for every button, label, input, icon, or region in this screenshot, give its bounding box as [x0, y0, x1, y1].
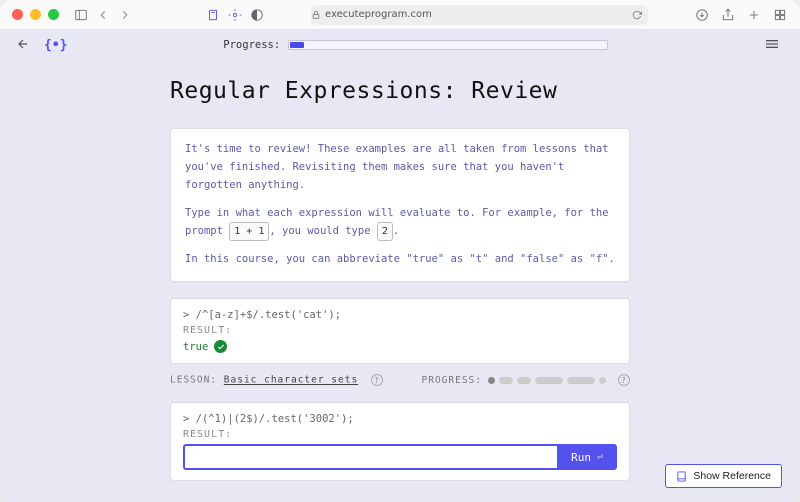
enter-key-icon: ⏎	[597, 452, 603, 463]
downloads-icon[interactable]	[694, 7, 710, 23]
progress-help-icon[interactable]: ?	[618, 374, 630, 386]
result-value-row: true	[183, 340, 617, 353]
share-icon[interactable]	[720, 7, 736, 23]
correct-check-icon	[214, 340, 227, 353]
intro-p2: Type in what each expression will evalua…	[185, 205, 615, 242]
extension-icon-1[interactable]	[205, 7, 221, 23]
exercise-card-active: > /(^1)|(2$)/.test('3002'); RESULT: Run …	[170, 402, 630, 481]
intro-card: It's time to review! These examples are …	[170, 128, 630, 282]
window-controls	[12, 9, 59, 20]
intro-p3: In this course, you can abbreviate "true…	[185, 251, 615, 269]
exercise-prompt: > /^[a-z]+$/.test('cat');	[183, 309, 617, 321]
example-answer-kbd: 2	[377, 222, 393, 241]
nav-forward-icon[interactable]	[117, 7, 133, 23]
app-toolbar: {•} Progress:	[0, 30, 800, 60]
lesson-progress-dots	[488, 377, 606, 384]
exercise-prompt: > /(^1)|(2$)/.test('3002');	[183, 413, 617, 425]
extension-icon-2[interactable]	[227, 7, 243, 23]
app-logo-icon[interactable]: {•}	[44, 38, 67, 53]
course-progress-fill	[290, 42, 304, 48]
book-icon	[676, 471, 687, 482]
lesson-help-icon[interactable]: ?	[371, 374, 383, 386]
lesson-link[interactable]: Basic character sets	[224, 375, 358, 386]
answer-input[interactable]	[183, 444, 557, 470]
url-bar[interactable]: executeprogram.com	[311, 5, 648, 25]
browser-window: executeprogram.com {•} Pro	[0, 0, 800, 502]
course-progress-bar	[288, 40, 608, 50]
lesson-progress-label: PROGRESS:	[422, 375, 482, 386]
show-reference-button[interactable]: Show Reference	[665, 464, 782, 488]
page-title: Regular Expressions: Review	[170, 78, 630, 104]
exercise-card-completed: > /^[a-z]+$/.test('cat'); RESULT: true	[170, 298, 630, 364]
lesson-meta-row: LESSON: Basic character sets ? PROGRESS:	[170, 374, 630, 386]
minimize-window-icon[interactable]	[30, 9, 41, 20]
example-prompt-kbd: 1 + 1	[229, 222, 269, 241]
url-host: executeprogram.com	[325, 9, 432, 20]
app-menu-icon[interactable]	[764, 36, 784, 55]
run-button[interactable]: Run ⏎	[557, 444, 617, 470]
maximize-window-icon[interactable]	[48, 9, 59, 20]
tabs-overview-icon[interactable]	[772, 7, 788, 23]
nav-back-icon[interactable]	[95, 7, 111, 23]
progress-label: Progress:	[223, 39, 280, 51]
result-label: RESULT:	[183, 325, 617, 336]
show-reference-label: Show Reference	[693, 470, 771, 482]
close-window-icon[interactable]	[12, 9, 23, 20]
intro-p1: It's time to review! These examples are …	[185, 141, 615, 195]
reader-mode-icon[interactable]	[249, 7, 265, 23]
sidebar-toggle-icon[interactable]	[73, 7, 89, 23]
new-tab-icon[interactable]	[746, 7, 762, 23]
result-label: RESULT:	[183, 429, 617, 440]
browser-titlebar: executeprogram.com	[0, 0, 800, 30]
app-back-button[interactable]	[16, 37, 36, 54]
app-viewport: {•} Progress: Regular Expressions: Revie…	[0, 30, 800, 502]
run-button-label: Run	[571, 451, 591, 464]
result-value: true	[183, 341, 208, 353]
lesson-label: LESSON:	[170, 375, 217, 386]
